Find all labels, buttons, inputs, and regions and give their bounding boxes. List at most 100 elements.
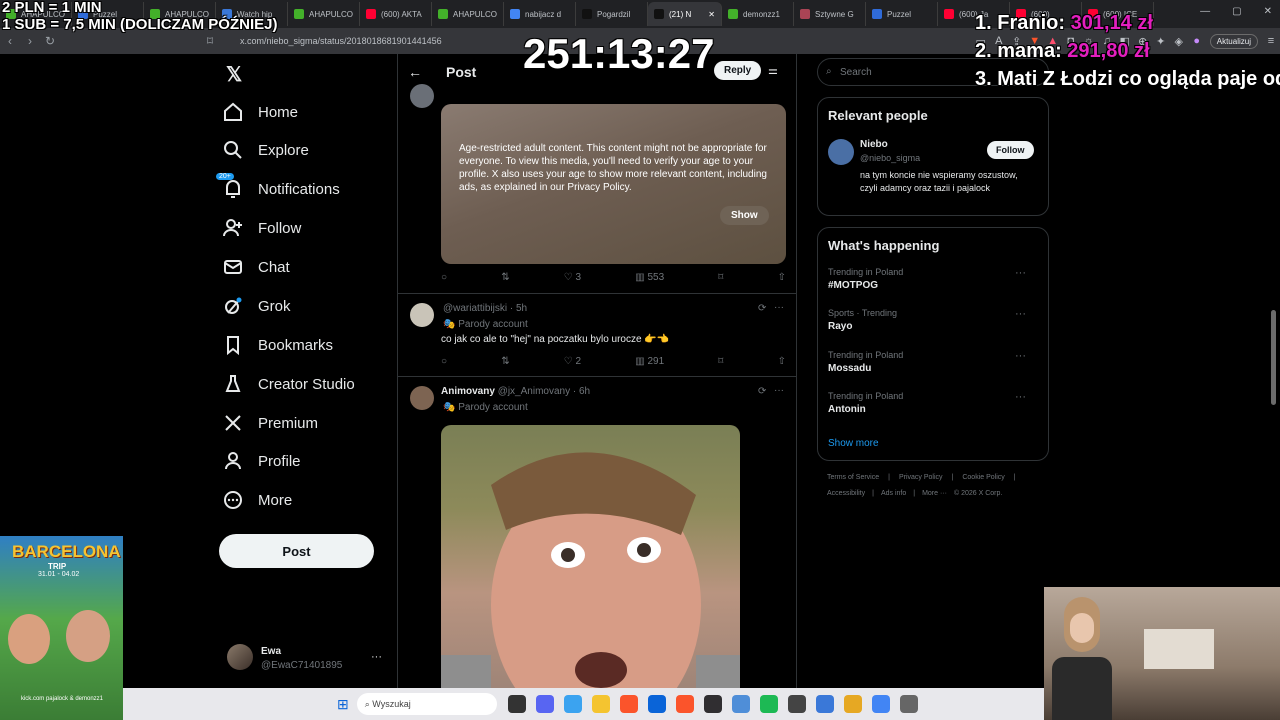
share-icon[interactable]: ⇧ <box>778 272 786 283</box>
trend-item[interactable]: Sports · Trending Rayo ··· <box>828 308 1038 332</box>
post-more-icon[interactable]: ··· <box>774 385 784 396</box>
chrome-icon[interactable] <box>871 695 890 713</box>
brave-beta-icon[interactable] <box>675 695 694 713</box>
leaderboard-name: Mati Z Łodzi co ogląda paje od <box>997 68 1280 90</box>
page-scrollbar[interactable] <box>1271 310 1276 405</box>
nav-item-profile[interactable]: Profile <box>222 443 301 479</box>
photos-icon[interactable] <box>731 695 750 713</box>
trend-more-icon[interactable]: ··· <box>1015 267 1026 279</box>
cookie-link[interactable]: Cookie Policy <box>962 474 1004 481</box>
bookmark-icon[interactable]: ⌑ <box>718 356 723 367</box>
views-button[interactable]: ▥ 553 <box>635 272 664 283</box>
spotify-icon[interactable] <box>759 695 778 713</box>
forward-icon[interactable]: › <box>20 34 40 48</box>
reload-icon[interactable]: ↻ <box>40 34 60 48</box>
trend-more-icon[interactable]: ··· <box>1015 308 1026 320</box>
browser-tab[interactable]: AHAPULCO <box>288 2 360 26</box>
trend-more-icon[interactable]: ··· <box>1015 350 1026 362</box>
post-author[interactable]: Animovany @jx_Animovany · 6h <box>441 386 590 397</box>
search-input[interactable]: Search <box>840 67 872 78</box>
repost-icon[interactable]: ⇅ <box>501 272 509 283</box>
back-icon[interactable]: ‹ <box>0 34 20 48</box>
trend-item[interactable]: Trending in Poland #MOTPOG ··· <box>828 267 1038 291</box>
follow-button[interactable]: Follow <box>987 141 1034 159</box>
post-avatar[interactable] <box>410 84 434 108</box>
taskbar-search-input[interactable]: Wyszukaj <box>372 699 410 709</box>
repost-icon[interactable]: ⇅ <box>501 356 509 367</box>
calculator-icon[interactable] <box>787 695 806 713</box>
x-logo-icon[interactable]: 𝕏 <box>226 62 242 87</box>
post-image[interactable] <box>441 425 740 700</box>
browser-tab[interactable]: (600) AKTA <box>360 2 432 26</box>
share-icon[interactable]: ⇧ <box>778 356 786 367</box>
like-button[interactable]: ♡ 3 <box>564 272 581 283</box>
bookmark-icon <box>222 334 244 356</box>
nav-item-more[interactable]: More <box>222 482 292 518</box>
browser-tab[interactable]: nabijacz d <box>504 2 576 26</box>
show-media-button[interactable]: Show <box>720 206 769 225</box>
browser-tab[interactable]: (21) N ✕ <box>648 2 722 26</box>
browser-tab[interactable]: AHAPULCO <box>432 2 504 26</box>
post-button[interactable]: Post <box>219 534 374 568</box>
person-avatar[interactable] <box>828 139 854 165</box>
task-view-icon[interactable] <box>507 695 526 713</box>
back-arrow-icon[interactable]: ← <box>408 64 422 80</box>
bookmark-icon[interactable]: ⌑ <box>718 272 723 283</box>
nav-item-notifications[interactable]: 20+ Notifications <box>216 171 340 207</box>
taskbar-search[interactable]: ⌕ Wyszukaj <box>356 693 497 715</box>
reply-button[interactable]: Reply <box>714 61 762 80</box>
obs-icon[interactable] <box>703 695 722 713</box>
trend-item[interactable]: Trending in Poland Antonin ··· <box>828 391 1038 415</box>
grok-icon[interactable]: ⟳ <box>758 303 766 314</box>
post-avatar[interactable] <box>410 303 434 327</box>
nav-item-grok[interactable]: Grok <box>222 288 291 324</box>
browser-tab[interactable]: Pogardzil <box>576 2 648 26</box>
person-name[interactable]: Niebo <box>860 139 888 150</box>
trend-item[interactable]: Trending in Poland Mossadu ··· <box>828 350 1038 374</box>
window-icon[interactable] <box>899 695 918 713</box>
nav-item-explore[interactable]: Explore <box>222 132 309 168</box>
notes-icon[interactable] <box>815 695 834 713</box>
browser-tab[interactable]: Puzzel <box>866 2 938 26</box>
tab-close-icon[interactable]: ✕ <box>708 10 715 19</box>
account-more-icon[interactable]: ··· <box>371 651 382 663</box>
like-button[interactable]: ♡ 2 <box>564 356 581 367</box>
nav-item-bookmarks[interactable]: Bookmarks <box>222 327 333 363</box>
bookmark-page-icon[interactable]: ⌑ <box>200 34 220 48</box>
post-more-icon[interactable]: ··· <box>774 302 784 313</box>
reply-icon[interactable]: ○ <box>441 272 447 283</box>
post-author[interactable]: @wariattibijski · 5h <box>443 303 527 314</box>
browser-tab[interactable]: Sztywne G <box>794 2 866 26</box>
account-name[interactable]: Ewa <box>261 646 281 657</box>
nav-item-creator-studio[interactable]: Creator Studio <box>222 366 355 402</box>
person-handle[interactable]: @niebo_sigma <box>860 153 920 163</box>
nav-item-premium[interactable]: Premium <box>222 405 318 441</box>
app-icon[interactable] <box>843 695 862 713</box>
nav-item-home[interactable]: Home <box>222 94 298 130</box>
store-icon[interactable] <box>647 695 666 713</box>
views-button[interactable]: ▥ 291 <box>635 356 664 367</box>
nav-item-chat[interactable]: Chat <box>222 249 290 285</box>
accessibility-link[interactable]: Accessibility <box>827 490 865 497</box>
show-more-link[interactable]: Show more <box>828 438 879 449</box>
reply-icon[interactable]: ○ <box>441 356 447 367</box>
grok-icon[interactable]: ⟳ <box>758 386 766 397</box>
adjust-icon[interactable]: ⚌ <box>768 64 778 77</box>
account-avatar[interactable] <box>227 644 253 670</box>
terms-link[interactable]: Terms of Service <box>827 474 879 481</box>
ads-info-link[interactable]: Ads info <box>881 490 906 497</box>
post-avatar[interactable] <box>410 386 434 410</box>
start-icon[interactable]: ⊞ <box>337 696 349 713</box>
nav-label: Creator Studio <box>258 375 355 393</box>
copilot-icon[interactable] <box>563 695 582 713</box>
nav-item-follow[interactable]: Follow <box>222 210 301 246</box>
file-explorer-icon[interactable] <box>591 695 610 713</box>
brave-icon[interactable] <box>619 695 638 713</box>
account-handle[interactable]: @EwaC71401895 <box>261 660 342 671</box>
parody-text: Parody account <box>458 402 528 413</box>
trend-more-icon[interactable]: ··· <box>1015 391 1026 403</box>
browser-tab[interactable]: demonzz1 <box>722 2 794 26</box>
discord-icon[interactable] <box>535 695 554 713</box>
more-link[interactable]: More ··· <box>922 490 947 497</box>
privacy-link[interactable]: Privacy Policy <box>899 474 943 481</box>
